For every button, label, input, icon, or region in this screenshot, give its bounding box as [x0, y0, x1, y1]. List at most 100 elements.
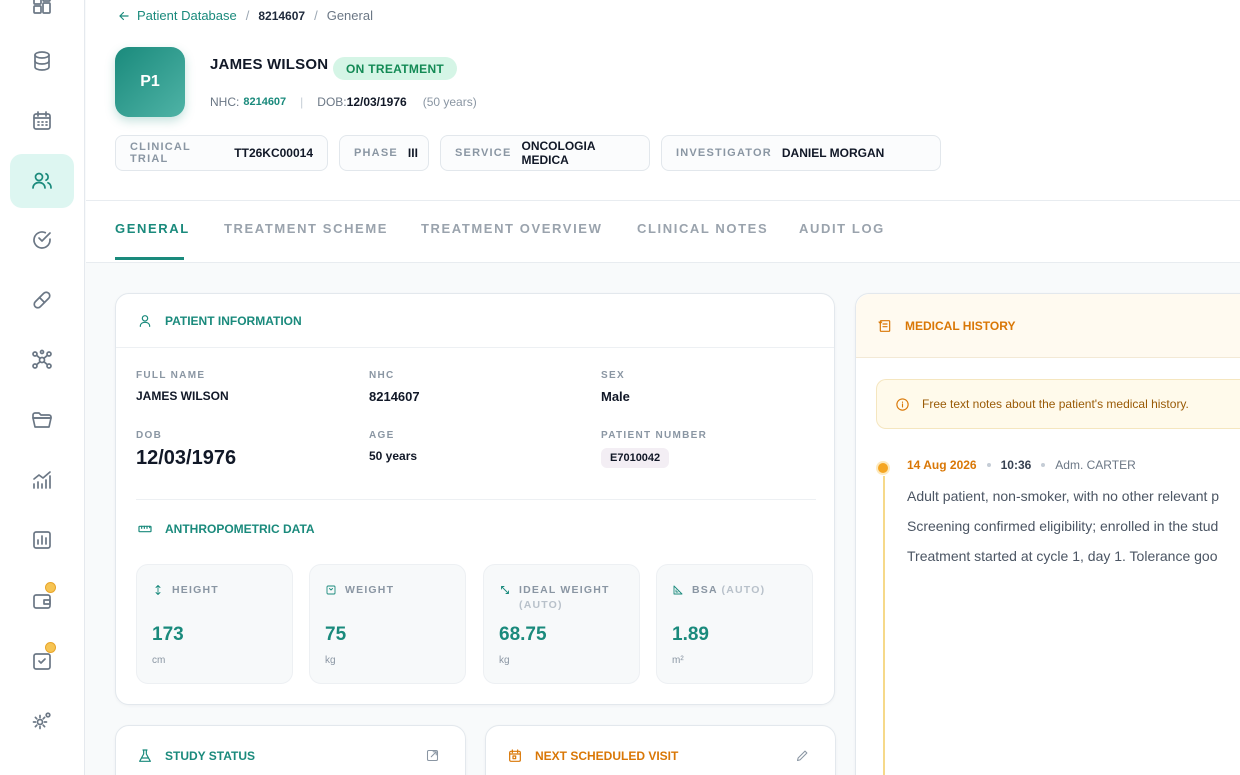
- network-icon[interactable]: [10, 333, 74, 387]
- tab-audit-log[interactable]: AUDIT LOG: [799, 221, 885, 236]
- medical-history-card: MEDICAL HISTORY Free text notes about th…: [855, 293, 1240, 775]
- field-label: NHC: [369, 370, 395, 381]
- breadcrumb-separator: /: [314, 8, 318, 23]
- section-divider: [136, 499, 816, 500]
- wallet-icon[interactable]: [10, 573, 74, 627]
- field-value: 12/03/1976: [136, 447, 237, 469]
- field-label: AGE: [369, 430, 395, 441]
- history-entry-line: Treatment started at cycle 1, day 1. Tol…: [907, 548, 1218, 564]
- notification-badge: [45, 582, 56, 593]
- tab-clinical-notes[interactable]: CLINICAL NOTES: [637, 221, 768, 236]
- field-label: DOB: [136, 430, 163, 441]
- info-note: Free text notes about the patient's medi…: [876, 379, 1240, 429]
- timeline-dot: [876, 461, 890, 475]
- check-circle-icon[interactable]: [10, 213, 74, 267]
- chip-investigator: INVESTIGATOR DANIEL MORGAN: [661, 135, 941, 171]
- tab-general[interactable]: GENERAL: [115, 221, 190, 236]
- patient-name: JAMES WILSON: [210, 56, 329, 73]
- database-icon[interactable]: [10, 34, 74, 88]
- breadcrumb-patient-id[interactable]: 8214607: [258, 9, 305, 23]
- calendar-icon[interactable]: [10, 94, 74, 148]
- settings-icon[interactable]: [10, 694, 74, 748]
- breadcrumb: Patient Database / 8214607 / General: [117, 8, 373, 23]
- chip-key: PHASE: [354, 147, 398, 159]
- next-visit-card: NEXT SCHEDULED VISIT: [485, 725, 836, 775]
- field-age: AGE 50 years: [369, 430, 417, 463]
- meta-bullet: [1041, 463, 1046, 467]
- card-title: PATIENT INFORMATION: [165, 313, 302, 328]
- card-header: MEDICAL HISTORY: [856, 294, 1240, 358]
- status-badge: ON TREATMENT: [333, 57, 458, 80]
- metric-unit: kg: [499, 655, 510, 666]
- field-dob: DOB 12/03/1976: [136, 430, 236, 470]
- entry-time: 10:36: [1000, 458, 1032, 472]
- patient-header: Patient Database / 8214607 / General P1 …: [86, 0, 1240, 200]
- chip-clinical-trial: CLINICAL TRIAL TT26KC00014: [115, 135, 328, 171]
- patient-meta: NHC: 8214607 | DOB: 12/03/1976 (50 years…: [210, 95, 477, 109]
- notification-badge: [45, 642, 56, 653]
- tab-treatment-overview[interactable]: TREATMENT OVERVIEW: [421, 221, 602, 236]
- sidebar: [0, 0, 85, 775]
- tab-treatment-scheme[interactable]: TREATMENT SCHEME: [224, 221, 388, 236]
- card-header: NEXT SCHEDULED VISIT: [507, 748, 678, 764]
- back-link[interactable]: Patient Database: [117, 8, 237, 23]
- metric-label-text: IDEAL WEIGHT: [519, 584, 610, 596]
- metric-height: HEIGHT 173 cm: [136, 564, 293, 684]
- metric-label: IDEAL WEIGHT (AUTO): [499, 583, 610, 613]
- breadcrumb-current: General: [326, 8, 373, 23]
- flask-icon: [139, 749, 151, 762]
- pill-icon[interactable]: [10, 273, 74, 327]
- metric-label-text: HEIGHT: [172, 584, 219, 596]
- metric-weight: WEIGHT 75 kg: [309, 564, 466, 684]
- diagonal-arrows-icon: [501, 586, 509, 594]
- metric-unit: kg: [325, 655, 336, 666]
- open-external-button[interactable]: [425, 748, 440, 768]
- field-value: Male: [601, 389, 630, 404]
- history-entry-line: Adult patient, non-smoker, with no other…: [907, 488, 1220, 504]
- chip-service: SERVICE ONCOLOGIA MEDICA: [440, 135, 650, 171]
- field-value: JAMES WILSON: [136, 389, 229, 403]
- metric-label-text: BSA: [692, 584, 718, 596]
- bar-chart-icon[interactable]: [10, 513, 74, 567]
- metric-value: 75: [325, 624, 347, 645]
- folder-icon[interactable]: [10, 393, 74, 447]
- metric-auto-tag: (AUTO): [721, 584, 766, 596]
- tab-bar: GENERAL TREATMENT SCHEME TREATMENT OVERV…: [86, 200, 1240, 263]
- triangle-ruler-icon: [673, 585, 683, 595]
- dob-value: 12/03/1976: [346, 95, 407, 109]
- field-label: SEX: [601, 370, 625, 381]
- users-icon[interactable]: [10, 154, 74, 208]
- nhc-value: 8214607: [243, 96, 287, 108]
- metric-value: 68.75: [499, 624, 547, 645]
- edit-button[interactable]: [795, 748, 810, 768]
- metric-label-text: WEIGHT: [345, 584, 395, 596]
- section-title: ANTHROPOMETRIC DATA: [165, 522, 315, 536]
- anthropometric-header: ANTHROPOMETRIC DATA: [137, 521, 315, 537]
- card-header: PATIENT INFORMATION: [116, 294, 834, 348]
- field-nhc: NHC 8214607: [369, 370, 420, 404]
- chip-value: DANIEL MORGAN: [781, 146, 885, 160]
- active-tab-indicator: [115, 257, 184, 260]
- metric-label: BSA (AUTO): [672, 583, 765, 598]
- history-entry-line: Screening confirmed eligibility; enrolle…: [907, 518, 1219, 534]
- height-arrows-icon: [155, 585, 161, 595]
- patient-information-card: PATIENT INFORMATION FULL NAME JAMES WILS…: [115, 293, 835, 705]
- patient-number-badge: E7010042: [601, 448, 670, 468]
- external-link-icon: [426, 749, 439, 762]
- dashboard-icon[interactable]: [10, 0, 74, 32]
- patient-avatar: P1: [115, 47, 185, 117]
- field-value: 8214607: [369, 389, 420, 404]
- dob-label: DOB:: [317, 95, 347, 109]
- trend-chart-icon[interactable]: [10, 453, 74, 507]
- metric-unit: cm: [152, 655, 166, 666]
- main-content: Patient Database / 8214607 / General P1 …: [86, 0, 1240, 775]
- metric-ideal-weight: IDEAL WEIGHT (AUTO) 68.75 kg: [483, 564, 640, 684]
- field-sex: SEX Male: [601, 370, 630, 404]
- chip-phase: PHASE III: [339, 135, 429, 171]
- chip-key: SERVICE: [455, 147, 512, 159]
- metric-label: WEIGHT: [325, 583, 394, 598]
- metric-value: 173: [152, 624, 184, 645]
- age-value: (50 years): [422, 95, 477, 109]
- ruler-icon: [138, 525, 152, 533]
- clipboard-check-icon[interactable]: [10, 633, 74, 687]
